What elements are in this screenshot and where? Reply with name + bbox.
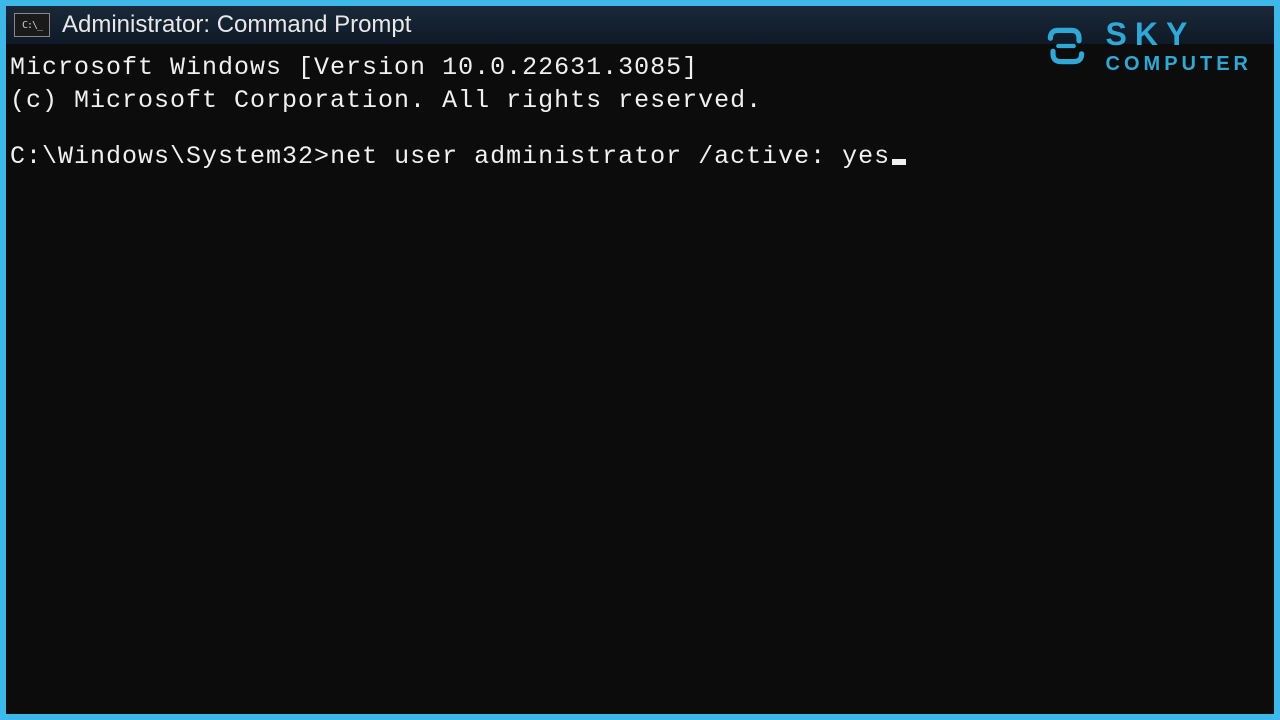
typed-command: net user administrator /active: yes <box>330 142 890 171</box>
cmd-icon: C:\_ <box>14 13 50 37</box>
prompt-line: C:\Windows\System32>net user administrat… <box>10 141 1274 174</box>
window-title: Administrator: Command Prompt <box>62 11 411 39</box>
banner-version: Microsoft Windows [Version 10.0.22631.30… <box>10 52 1274 85</box>
titlebar[interactable]: C:\_ Administrator: Command Prompt <box>6 6 1274 44</box>
terminal-output[interactable]: Microsoft Windows [Version 10.0.22631.30… <box>6 44 1274 174</box>
cursor <box>892 159 906 165</box>
banner-copyright: (c) Microsoft Corporation. All rights re… <box>10 85 1274 118</box>
command-prompt-window: C:\_ Administrator: Command Prompt Micro… <box>6 6 1274 714</box>
prompt-path: C:\Windows\System32> <box>10 142 330 171</box>
